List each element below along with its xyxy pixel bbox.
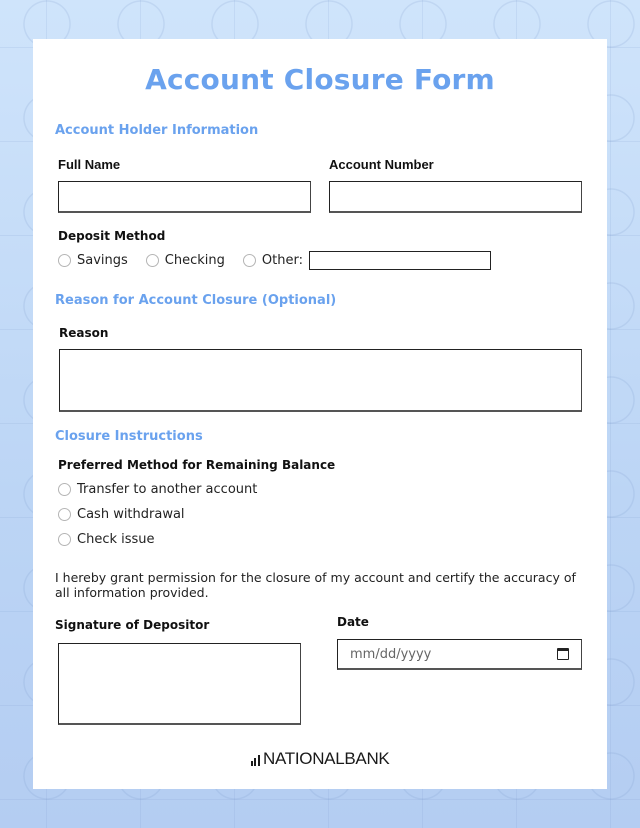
deposit-option-other[interactable]: Other: [242, 251, 491, 270]
preferred-method-label: Preferred Method for Remaining Balance [58, 458, 336, 472]
certification-statement: I hereby grant permission for the closur… [55, 570, 576, 600]
bank-logo: NATIONALBANK [33, 749, 607, 769]
signal-bars-icon [250, 755, 262, 769]
radio-button[interactable] [58, 533, 71, 546]
other-deposit-input[interactable] [308, 251, 491, 270]
balance-option-cash[interactable]: Cash withdrawal [58, 507, 185, 522]
radio-button[interactable] [58, 483, 71, 496]
radio-label: Checking [164, 253, 225, 268]
full-name-label: Full Name [58, 157, 121, 172]
calendar-icon[interactable] [557, 648, 569, 660]
balance-option-transfer[interactable]: Transfer to another account [58, 482, 257, 497]
signature-label: Signature of Depositor [55, 618, 210, 632]
radio-label: Transfer to another account [77, 482, 258, 497]
radio-label: Check issue [77, 532, 155, 547]
section-title-closure-instructions: Closure Instructions [55, 429, 203, 444]
account-number-input[interactable] [329, 181, 582, 213]
radio-button[interactable] [58, 254, 71, 267]
deposit-option-checking[interactable]: Checking [145, 253, 225, 268]
account-number-label: Account Number [329, 157, 434, 172]
deposit-method-group: Savings Checking Other: [58, 251, 491, 270]
reason-textarea[interactable] [59, 349, 582, 412]
signature-box[interactable] [58, 643, 301, 725]
section-title-reason: Reason for Account Closure (Optional) [55, 293, 337, 308]
reason-label: Reason [59, 326, 109, 340]
radio-label: Savings [77, 253, 128, 268]
logo-text: NATIONALBANK [263, 749, 390, 768]
radio-label: Cash withdrawal [77, 507, 185, 522]
deposit-method-label: Deposit Method [58, 229, 166, 243]
radio-label: Other: [261, 253, 303, 268]
radio-button[interactable] [242, 254, 256, 267]
date-placeholder: mm/dd/yyyy [350, 646, 432, 662]
balance-option-check[interactable]: Check issue [58, 532, 155, 547]
date-label: Date [337, 615, 369, 629]
section-title-account-holder: Account Holder Information [55, 123, 259, 138]
full-name-input[interactable] [58, 181, 311, 213]
form-card: Account Closure Form Account Holder Info… [33, 39, 607, 789]
deposit-option-savings[interactable]: Savings [58, 253, 128, 268]
radio-button[interactable] [145, 254, 159, 267]
page-title: Account Closure Form [145, 63, 495, 96]
radio-button[interactable] [58, 508, 71, 521]
date-input[interactable]: mm/dd/yyyy [337, 639, 582, 670]
